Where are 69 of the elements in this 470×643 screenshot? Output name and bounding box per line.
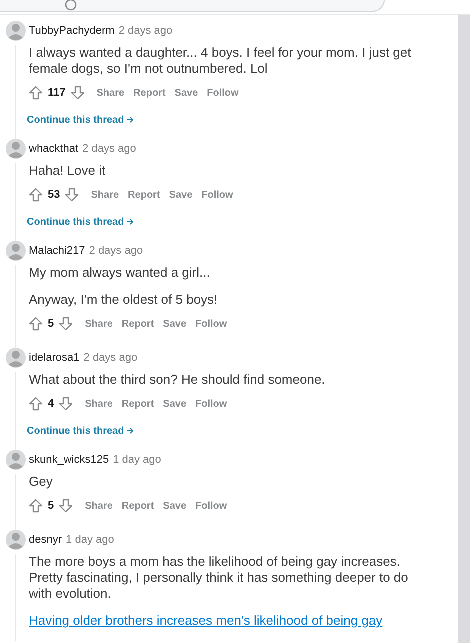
vote-count: 5: [48, 498, 54, 514]
downvote-icon[interactable]: [65, 188, 80, 202]
action-button[interactable]: Share: [96, 86, 125, 100]
action-button[interactable]: Share: [91, 188, 120, 202]
downvote-icon[interactable]: [70, 86, 85, 100]
action-button[interactable]: Report: [122, 396, 154, 412]
action-button[interactable]: Save: [163, 396, 187, 412]
avatar-icon: [4, 528, 26, 552]
action-button[interactable]: Save: [174, 86, 198, 100]
avatar-icon: [4, 448, 26, 472]
vote-count: 117: [48, 86, 66, 101]
action-button[interactable]: Report: [128, 188, 160, 202]
username[interactable]: desnyr: [29, 532, 62, 548]
username[interactable]: whackthat: [29, 140, 79, 158]
comment-text: What about the third son? He should find someone.: [29, 372, 326, 388]
action-button[interactable]: Report: [122, 498, 154, 514]
timestamp[interactable]: 1 day ago: [113, 452, 162, 468]
arrow-icon: [126, 427, 134, 435]
action-button[interactable]: Report: [122, 316, 154, 332]
avatar-icon: [4, 346, 26, 370]
comment-text: Gey: [29, 474, 54, 490]
username[interactable]: idelarosa1: [29, 350, 80, 366]
comment-text: Haha! Love it: [29, 163, 107, 179]
action-button[interactable]: Save: [169, 188, 193, 202]
avatar-icon: [4, 239, 26, 263]
comment-text: Anyway, I'm the oldest of 5 boys!: [29, 292, 219, 308]
action-button[interactable]: Follow: [196, 498, 228, 514]
comment-text: I always wanted a daughter... 4 boys. I feel for your mom. I just get female dogs, so I'm not outnumbered. Lol: [29, 45, 412, 77]
username[interactable]: skunk_wicks125: [29, 452, 110, 468]
action-button[interactable]: Report: [134, 86, 166, 100]
timestamp[interactable]: 2 days ago: [84, 350, 138, 366]
action-button[interactable]: Save: [163, 316, 187, 332]
search-icon: [65, 0, 77, 11]
username[interactable]: Malachi217: [29, 242, 86, 260]
continue-thread-link[interactable]: Continue this thread: [27, 215, 134, 229]
downvote-icon[interactable]: [59, 499, 74, 513]
action-button[interactable]: Follow: [202, 188, 234, 202]
vote-count: 4: [48, 396, 54, 412]
vote-count: 53: [48, 188, 60, 203]
downvote-icon[interactable]: [59, 397, 74, 411]
continue-thread-link[interactable]: Continue this thread: [27, 113, 134, 127]
comment-text: My mom always wanted a girl...: [29, 265, 212, 281]
avatar-icon: [4, 19, 26, 43]
continue-thread-link[interactable]: Continue this thread: [27, 424, 134, 438]
arrow-icon: [126, 116, 134, 124]
avatar-icon: [4, 137, 26, 161]
timestamp[interactable]: 2 days ago: [118, 22, 173, 40]
timestamp[interactable]: 1 day ago: [66, 532, 114, 548]
upvote-icon[interactable]: [29, 397, 43, 411]
action-button[interactable]: Follow: [196, 316, 228, 332]
upvote-icon[interactable]: [29, 499, 43, 513]
action-button[interactable]: Share: [85, 498, 113, 514]
scrollbar[interactable]: [458, 15, 470, 643]
downvote-icon[interactable]: [59, 317, 74, 331]
timestamp[interactable]: 2 days ago: [82, 140, 136, 158]
username[interactable]: TubbyPachyderm: [29, 22, 115, 40]
comment-text: The more boys a mom has the likelihood of being gay increases. Pretty fascinating, I personally think it has something deeper to do with evolution.: [29, 554, 410, 602]
timestamp[interactable]: 2 days ago: [89, 242, 144, 260]
upvote-icon[interactable]: [29, 86, 43, 100]
upvote-icon[interactable]: [29, 317, 43, 331]
vote-count: 5: [48, 316, 54, 332]
article-link[interactable]: Having older brothers increases men's likelihood of being gay: [29, 613, 383, 629]
upvote-icon[interactable]: [29, 188, 43, 202]
action-button[interactable]: Save: [163, 498, 187, 514]
action-button[interactable]: Share: [85, 396, 113, 412]
action-button[interactable]: Follow: [207, 86, 239, 100]
action-button[interactable]: Share: [85, 316, 113, 332]
arrow-icon: [126, 218, 134, 226]
action-button[interactable]: Follow: [196, 396, 228, 412]
